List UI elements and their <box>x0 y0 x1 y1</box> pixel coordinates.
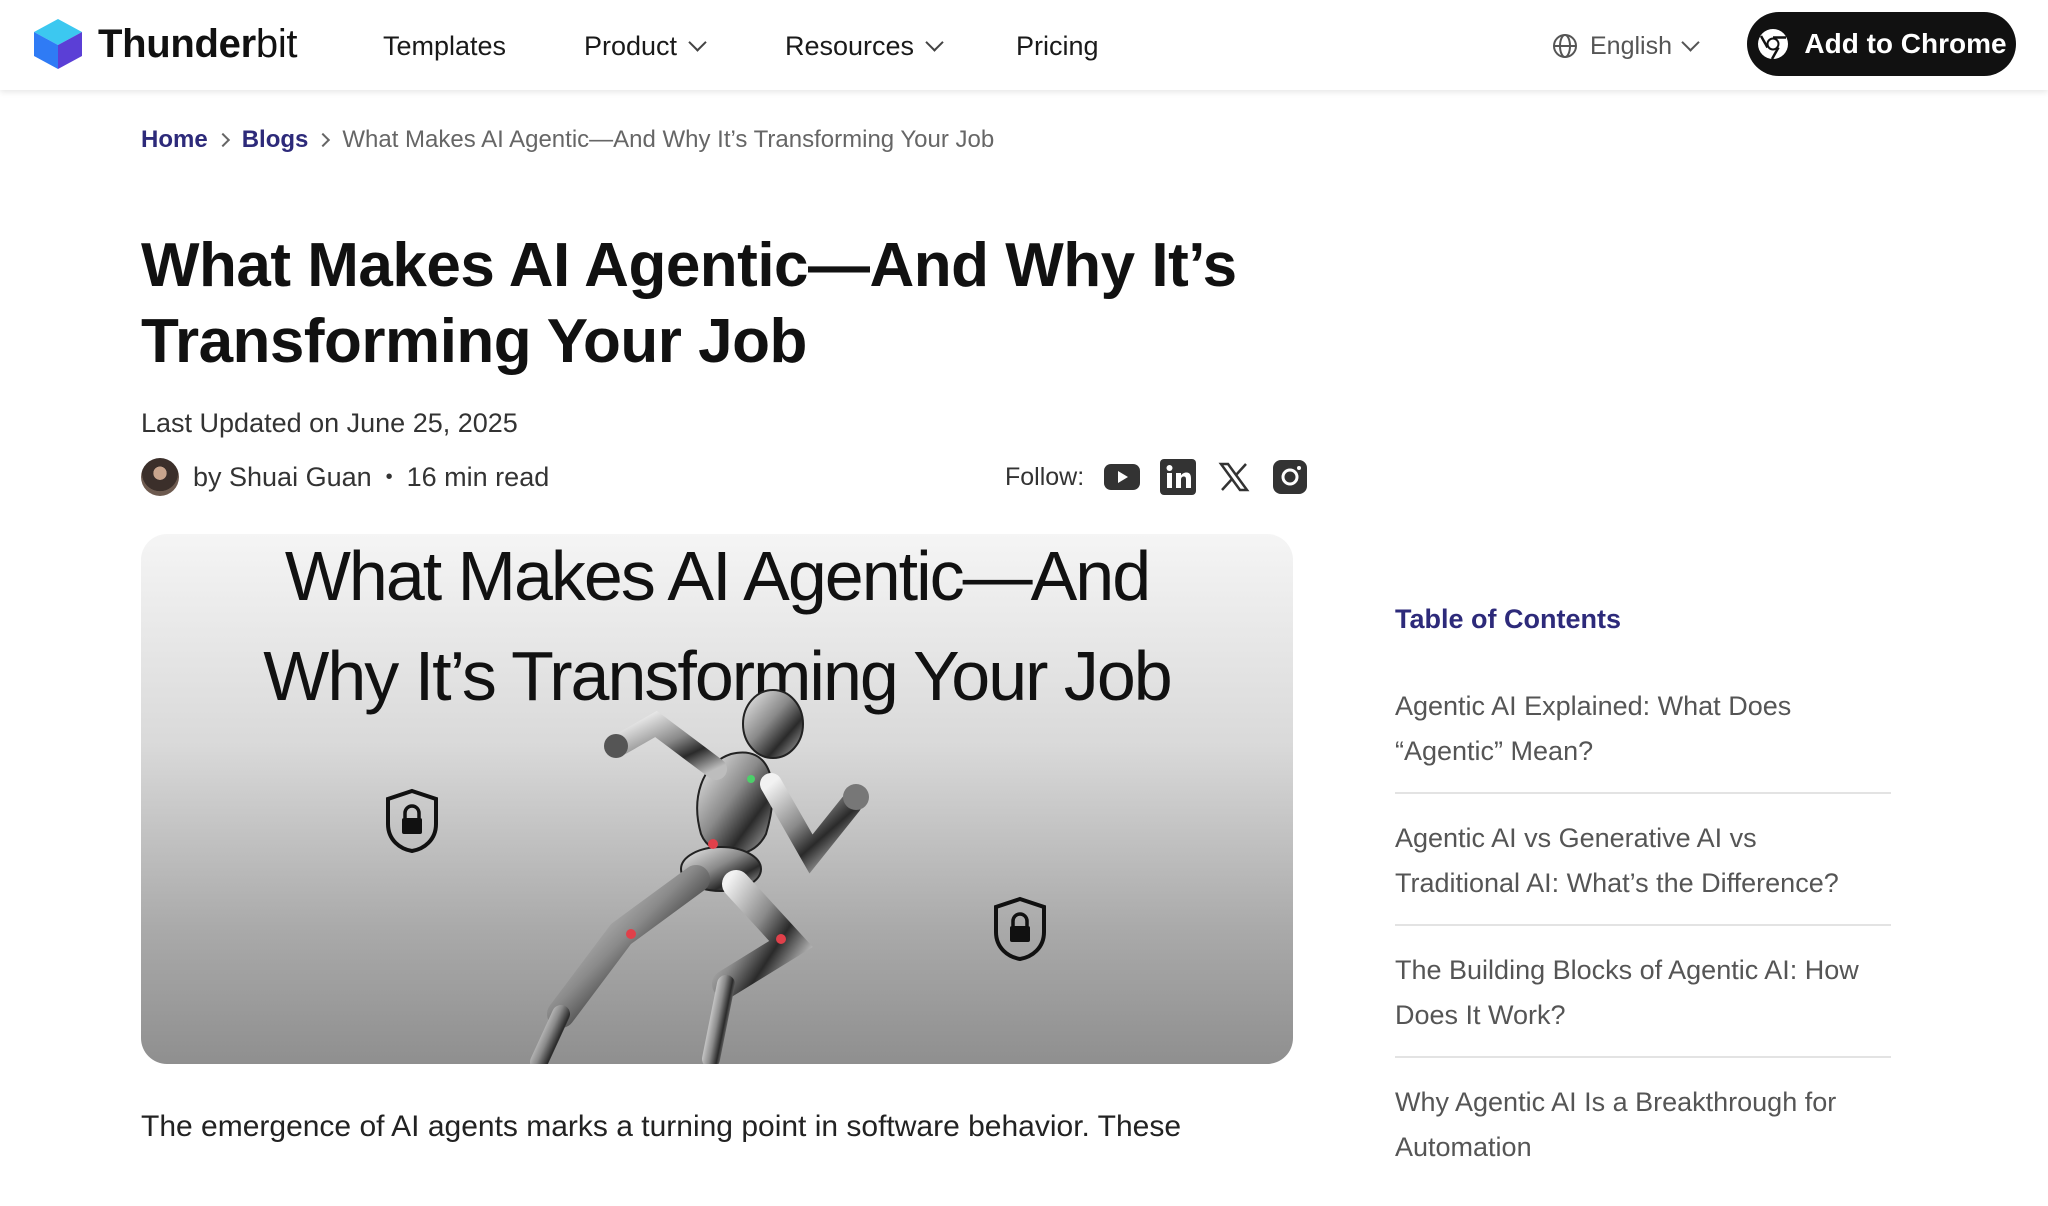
running-robot-illustration <box>530 689 869 1064</box>
chevron-right-icon <box>215 132 230 148</box>
nav-product-label: Product <box>584 31 678 61</box>
nav-resources[interactable]: Resources <box>785 26 944 66</box>
avatar[interactable] <box>141 458 179 496</box>
toc-item-line1: Why Agentic AI Is a Breakthrough for <box>1395 1087 1837 1117</box>
language-selector[interactable]: English <box>1552 26 1700 66</box>
author-name[interactable]: by Shuai Guan <box>193 462 372 493</box>
toc-item-line2: “Agentic” Mean? <box>1395 736 1594 766</box>
toc-item[interactable]: Agentic AI vs Generative AI vs Tradition… <box>1395 812 1891 926</box>
top-navbar: Thunderbit Templates Product Resources P… <box>0 0 2048 90</box>
toc-item-line1: Agentic AI Explained: What Does <box>1395 691 1792 721</box>
thunderbit-logo-icon[interactable] <box>32 19 84 69</box>
nav-templates-label: Templates <box>383 31 507 61</box>
x-icon[interactable] <box>1216 459 1252 495</box>
follow-label: Follow: <box>1005 462 1085 491</box>
hero-headline-line1: What Makes AI Agentic—And <box>284 537 1151 615</box>
youtube-icon[interactable] <box>1104 459 1141 495</box>
toc-item[interactable]: The Building Blocks of Agentic AI: How D… <box>1395 944 1891 1058</box>
toc-item-line1: The Building Blocks of Agentic AI: How <box>1395 955 1859 985</box>
article-title-line2: Transforming Your Job <box>141 307 807 376</box>
chrome-icon <box>1758 29 1789 60</box>
toc-item-line2: Automation <box>1395 1132 1532 1162</box>
nav-pricing[interactable]: Pricing <box>1016 26 1099 66</box>
chevron-right-icon <box>316 132 331 148</box>
chevron-down-icon <box>688 32 707 52</box>
breadcrumb: Home Blogs What Makes AI Agentic—And Why… <box>141 124 994 156</box>
brand-name[interactable]: Thunderbit <box>98 18 298 70</box>
follow-links: Follow: <box>1005 456 1308 498</box>
chevron-down-icon <box>1681 32 1700 52</box>
breadcrumb-current: What Makes AI Agentic—And Why It’s Trans… <box>342 126 995 153</box>
toc-heading: Table of Contents <box>1395 604 1621 634</box>
language-label: English <box>1590 31 1672 60</box>
instagram-icon[interactable] <box>1272 459 1308 495</box>
toc-item[interactable]: Agentic AI Explained: What Does “Agentic… <box>1395 680 1891 794</box>
breadcrumb-blogs[interactable]: Blogs <box>242 126 309 154</box>
brand-name-light: bit <box>255 22 298 66</box>
article-title: What Makes AI Agentic—And Why It’s Trans… <box>141 228 1291 380</box>
lock-shield-icon <box>386 788 438 854</box>
read-time: 16 min read <box>406 461 550 492</box>
nav-pricing-label: Pricing <box>1016 31 1099 61</box>
toc-item-line1: Agentic AI vs Generative AI vs <box>1395 823 1757 853</box>
linkedin-icon[interactable] <box>1160 459 1197 495</box>
breadcrumb-home[interactable]: Home <box>141 126 208 154</box>
nav-product[interactable]: Product <box>584 26 707 66</box>
add-to-chrome-button[interactable]: Add to Chrome <box>1747 12 2016 76</box>
brand-name-bold: Thunder <box>98 22 256 66</box>
separator-dot: • <box>385 465 393 488</box>
last-updated: Last Updated on June 25, 2025 <box>141 408 518 438</box>
globe-icon <box>1553 34 1577 58</box>
toc-item-line2: Traditional AI: What’s the Difference? <box>1395 868 1839 898</box>
table-of-contents: Agentic AI Explained: What Does “Agentic… <box>1395 680 1891 1206</box>
author-row: by Shuai Guan • 16 min read <box>141 456 549 498</box>
chevron-down-icon <box>925 32 944 52</box>
hero-image: What Makes AI Agentic—And Why It’s Trans… <box>141 534 1293 1064</box>
nav-resources-label: Resources <box>785 31 915 61</box>
toc-item-line2: Does It Work? <box>1395 1000 1566 1030</box>
article-title-line1: What Makes AI Agentic—And Why It’s <box>141 231 1237 300</box>
lock-shield-icon <box>994 896 1046 962</box>
nav-templates[interactable]: Templates <box>383 26 506 66</box>
article-intro: The emergence of AI agents marks a turni… <box>141 1110 1182 1143</box>
toc-item[interactable]: Why Agentic AI Is a Breakthrough for Aut… <box>1395 1076 1891 1188</box>
add-to-chrome-label: Add to Chrome <box>1804 28 2007 59</box>
